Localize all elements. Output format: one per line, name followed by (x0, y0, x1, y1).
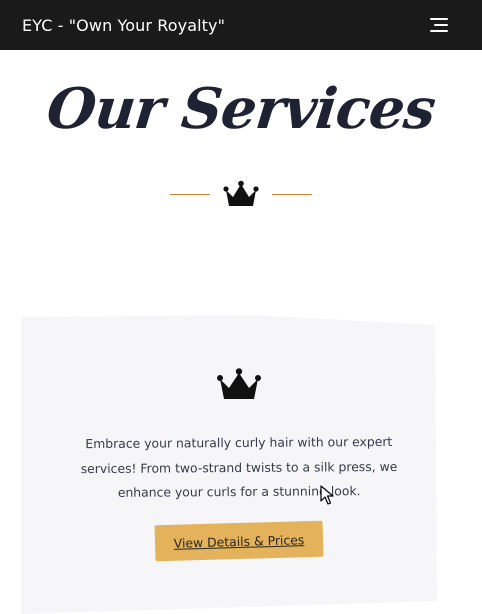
crown-icon (223, 180, 259, 206)
hamburger-menu-icon[interactable] (426, 16, 448, 34)
divider-line-left (170, 194, 210, 195)
section-title: Our Services (43, 76, 439, 142)
menu-line (430, 30, 448, 32)
crown-icon (217, 368, 261, 399)
divider-line-right (272, 194, 312, 195)
view-details-button-label: View Details & Prices (173, 531, 305, 551)
view-details-button[interactable]: View Details & Prices (154, 520, 324, 562)
top-navigation-bar: EYC - "Own Your Royalty" (0, 0, 482, 50)
service-description: Embrace your naturally curly hair with o… (80, 433, 398, 500)
title-divider (170, 180, 312, 210)
menu-line (434, 24, 448, 26)
menu-line (430, 18, 448, 20)
site-title[interactable]: EYC - "Own Your Royalty" (22, 16, 225, 35)
service-card: Embrace your naturally curly hair with o… (21, 315, 437, 614)
mouse-cursor-icon (320, 485, 334, 505)
